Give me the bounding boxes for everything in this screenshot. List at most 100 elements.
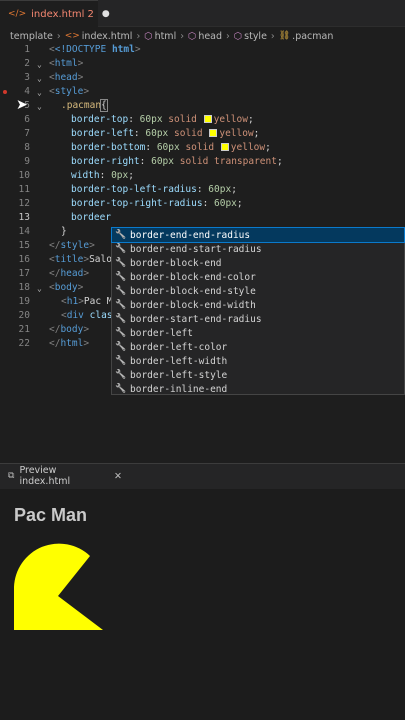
wrench-icon: 🔧 [115,356,127,366]
suggestion-label: border-left-width [130,355,228,367]
line-number: 17 [18,268,30,279]
breadcrumb-item[interactable]: template [10,31,53,42]
tab-index-html[interactable]: </> index.html 2 ● [0,0,110,27]
code-line[interactable]: </body> [49,324,89,335]
suggestion-item[interactable]: 🔧 border-left-color [112,340,404,354]
code-token: clas [89,310,113,321]
code-token: div [66,310,84,321]
suggestion-item[interactable]: 🔧 border-block-end-style [112,284,404,298]
code-line[interactable]: </head> [49,268,89,279]
color-swatch[interactable] [220,143,229,151]
element-icon: ⬡ [144,30,153,42]
code-token: h1 [66,296,79,307]
breadcrumb-item[interactable]: head [198,31,222,42]
suggestion-label: border-end-end-radius [130,229,251,241]
unsaved-dot-icon[interactable]: ● [102,9,110,19]
wrench-icon: 🔧 [115,272,127,282]
tab-preview[interactable]: ⧉ Preview index.html ✕ [0,463,122,489]
html-icon: </> [8,9,27,19]
code-line[interactable]: <style> [49,86,89,97]
breadcrumb-item[interactable]: html [155,31,177,42]
code-token: style [60,240,90,251]
breadcrumb-item[interactable]: style [244,31,267,42]
code-line-active[interactable]: bordeer [71,212,111,223]
code-line[interactable]: <div clas [61,310,113,321]
code-line[interactable]: <body> [49,282,83,293]
code-line[interactable]: border-top: 60px solid yellow; [71,114,254,125]
code-token: border-top-left-radius [71,184,197,195]
code-token: border-bottom [71,142,146,153]
color-swatch[interactable] [203,115,212,123]
code-token: style [54,86,84,97]
code-token: yellow [219,128,254,139]
line-number: 9 [24,156,30,167]
wrench-icon: 🔧 [115,328,127,338]
element-icon: ⬡ [233,30,243,42]
line-number: 19 [18,296,30,307]
suggestion-item[interactable]: 🔧 border-block-end-color [112,270,404,284]
preview-icon: ⧉ [8,471,15,481]
line-number: 1 [24,44,30,55]
line-number: 14 [18,226,30,237]
suggestion-label: border-inline-end [130,383,228,395]
suggestion-item[interactable]: 🔧 border-block-end [112,256,404,270]
line-number: 21 [18,324,30,335]
code-token: Pac M [83,296,113,307]
suggestion-item[interactable]: 🔧 border-inline-end [112,382,404,396]
code-line[interactable]: <title>Salo [49,254,112,265]
code-token: border-top [71,114,129,125]
code-line[interactable]: <head> [49,72,83,83]
suggestion-item[interactable]: 🔧 border-left [112,326,404,340]
suggestion-label: border-left [130,327,193,339]
code-line[interactable]: <html> [49,58,83,69]
code-token: 60px [139,114,163,125]
code-line[interactable]: border-top-left-radius: 60px; [71,184,237,195]
fold-chevron-icon[interactable]: ⌄ [37,88,42,97]
selector-icon: ⛓ [278,31,291,41]
code-token: 60px [156,142,180,153]
code-line[interactable]: .pacman{ [61,99,108,112]
wrench-icon: 🔧 [115,286,127,296]
close-icon[interactable]: ✕ [114,471,122,482]
suggestion-item[interactable]: 🔧 border-end-start-radius [112,242,404,256]
suggestion-item[interactable]: 🔧 border-block-end-width [112,298,404,312]
fold-chevron-icon[interactable]: ⌄ [37,284,42,293]
code-line[interactable]: <h1>Pac M [61,296,113,307]
code-line[interactable]: <<!DOCTYPE html> [49,44,141,55]
suggestion-item[interactable]: 🔧 border-left-style [112,368,404,382]
code-line[interactable]: border-right: 60px solid transparent; [71,156,283,167]
color-swatch[interactable] [209,129,218,137]
code-token: 60px [208,184,232,195]
fold-chevron-icon[interactable]: ⌄ [37,102,42,111]
suggestion-item[interactable]: 🔧 border-end-end-radius [111,227,405,243]
line-number: 15 [18,240,30,251]
fold-chevron-icon[interactable]: ⌄ [37,74,42,83]
code-token: yellow [213,114,248,125]
code-token: border-left [71,128,134,139]
fold-chevron-icon[interactable]: ⌄ [37,60,42,69]
code-line[interactable]: border-top-right-radius: 60px; [71,198,243,209]
line-number: 11 [18,184,30,195]
suggestion-item[interactable]: 🔧 border-start-end-radius [112,312,404,326]
code-line[interactable]: width: 0px; [71,170,134,181]
code-line[interactable]: } [61,226,67,237]
code-line[interactable]: border-left: 60px solid yellow; [71,128,259,139]
line-number: 7 [24,128,30,139]
breadcrumb-item[interactable]: .pacman [292,31,333,42]
code-token: .pacman [61,100,102,111]
wrench-icon: 🔧 [115,342,127,352]
suggestion-item[interactable]: 🔧 border-left-width [112,354,404,368]
error-marker [3,90,7,94]
code-line[interactable]: </html> [49,338,89,349]
code-token: html [60,338,84,349]
breadcrumb-item[interactable]: index.html [82,31,133,42]
line-number: 12 [18,198,30,209]
code-token: solid [168,114,197,125]
code-token: 60px [145,128,169,139]
line-number: 13 [18,212,30,223]
problem-count: 2 [87,8,94,20]
code-line[interactable]: border-bottom: 60px solid yellow; [71,142,271,153]
pacman-figure [14,543,103,630]
code-line[interactable]: </style> [49,240,95,251]
wrench-icon: 🔧 [115,230,127,240]
